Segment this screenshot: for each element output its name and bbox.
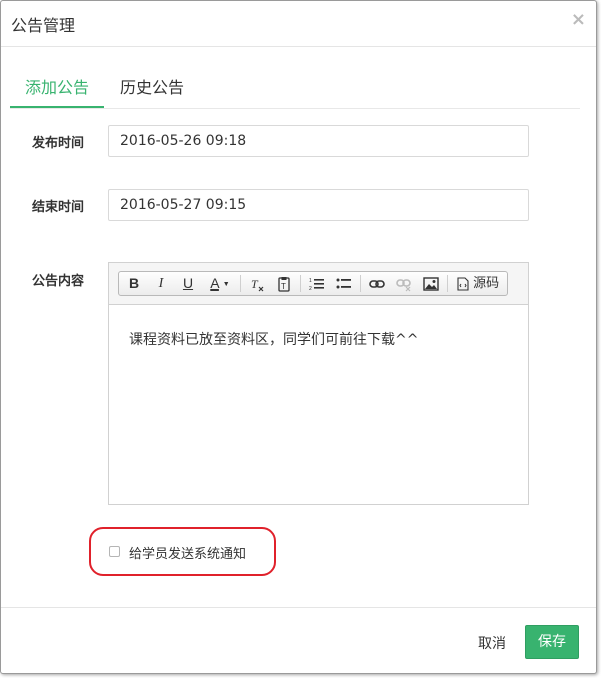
- bold-button[interactable]: B: [121, 272, 147, 295]
- caret-down-icon: ▼: [222, 280, 230, 288]
- toolbar-divider: [360, 275, 361, 292]
- save-button[interactable]: 保存: [525, 625, 579, 659]
- editor-content[interactable]: 课程资料已放至资料区，同学们可前往下载^^: [129, 329, 418, 349]
- paste-text-icon[interactable]: T: [271, 272, 297, 295]
- source-code-icon: [457, 276, 469, 291]
- end-time-input[interactable]: 2016-05-27 09:15: [108, 189, 529, 221]
- tab-bar: 添加公告 历史公告: [10, 61, 580, 109]
- announcement-dialog: 公告管理 × 添加公告 历史公告 发布时间 2016-05-26 09:18 结…: [0, 0, 597, 674]
- publish-time-label: 发布时间: [32, 136, 85, 151]
- italic-button[interactable]: I: [148, 272, 174, 295]
- svg-text:2: 2: [309, 286, 312, 292]
- source-code-label: 源码: [473, 276, 500, 291]
- cancel-button[interactable]: 取消: [478, 633, 506, 653]
- link-icon[interactable]: [364, 272, 390, 295]
- font-color-label: A: [210, 275, 219, 291]
- unlink-icon[interactable]: [391, 272, 417, 295]
- underline-button[interactable]: U: [175, 272, 201, 295]
- toolbar-divider: [447, 275, 448, 292]
- svg-text:T: T: [281, 282, 286, 291]
- svg-text:T: T: [251, 277, 259, 291]
- clear-format-icon[interactable]: T: [244, 272, 270, 295]
- tab-add-announcement[interactable]: 添加公告: [10, 74, 104, 108]
- publish-time-input[interactable]: 2016-05-26 09:18: [108, 125, 529, 157]
- font-color-button[interactable]: A ▼: [202, 272, 238, 295]
- toolbar-divider: [240, 275, 241, 292]
- toolbar-button-group: B I U A ▼ T T 12 源码: [118, 271, 508, 296]
- svg-text:1: 1: [309, 278, 312, 284]
- image-icon[interactable]: [418, 272, 444, 295]
- close-icon[interactable]: ×: [571, 9, 586, 30]
- dialog-footer: 取消 保存: [1, 607, 596, 675]
- dialog-title: 公告管理: [11, 16, 76, 35]
- editor-toolbar: B I U A ▼ T T 12 源码: [109, 263, 528, 305]
- dialog-header: 公告管理 ×: [1, 1, 596, 47]
- tab-history-announcement[interactable]: 历史公告: [120, 74, 184, 98]
- content-label: 公告内容: [32, 274, 85, 289]
- source-code-button[interactable]: 源码: [451, 272, 505, 295]
- ordered-list-icon[interactable]: 12: [304, 272, 330, 295]
- rich-text-editor: B I U A ▼ T T 12 源码 课程资料已放至资料区，同学们可前往下载^…: [108, 262, 529, 505]
- end-time-label: 结束时间: [32, 200, 85, 215]
- unordered-list-icon[interactable]: [331, 272, 357, 295]
- highlight-annotation: [89, 527, 276, 576]
- toolbar-divider: [300, 275, 301, 292]
